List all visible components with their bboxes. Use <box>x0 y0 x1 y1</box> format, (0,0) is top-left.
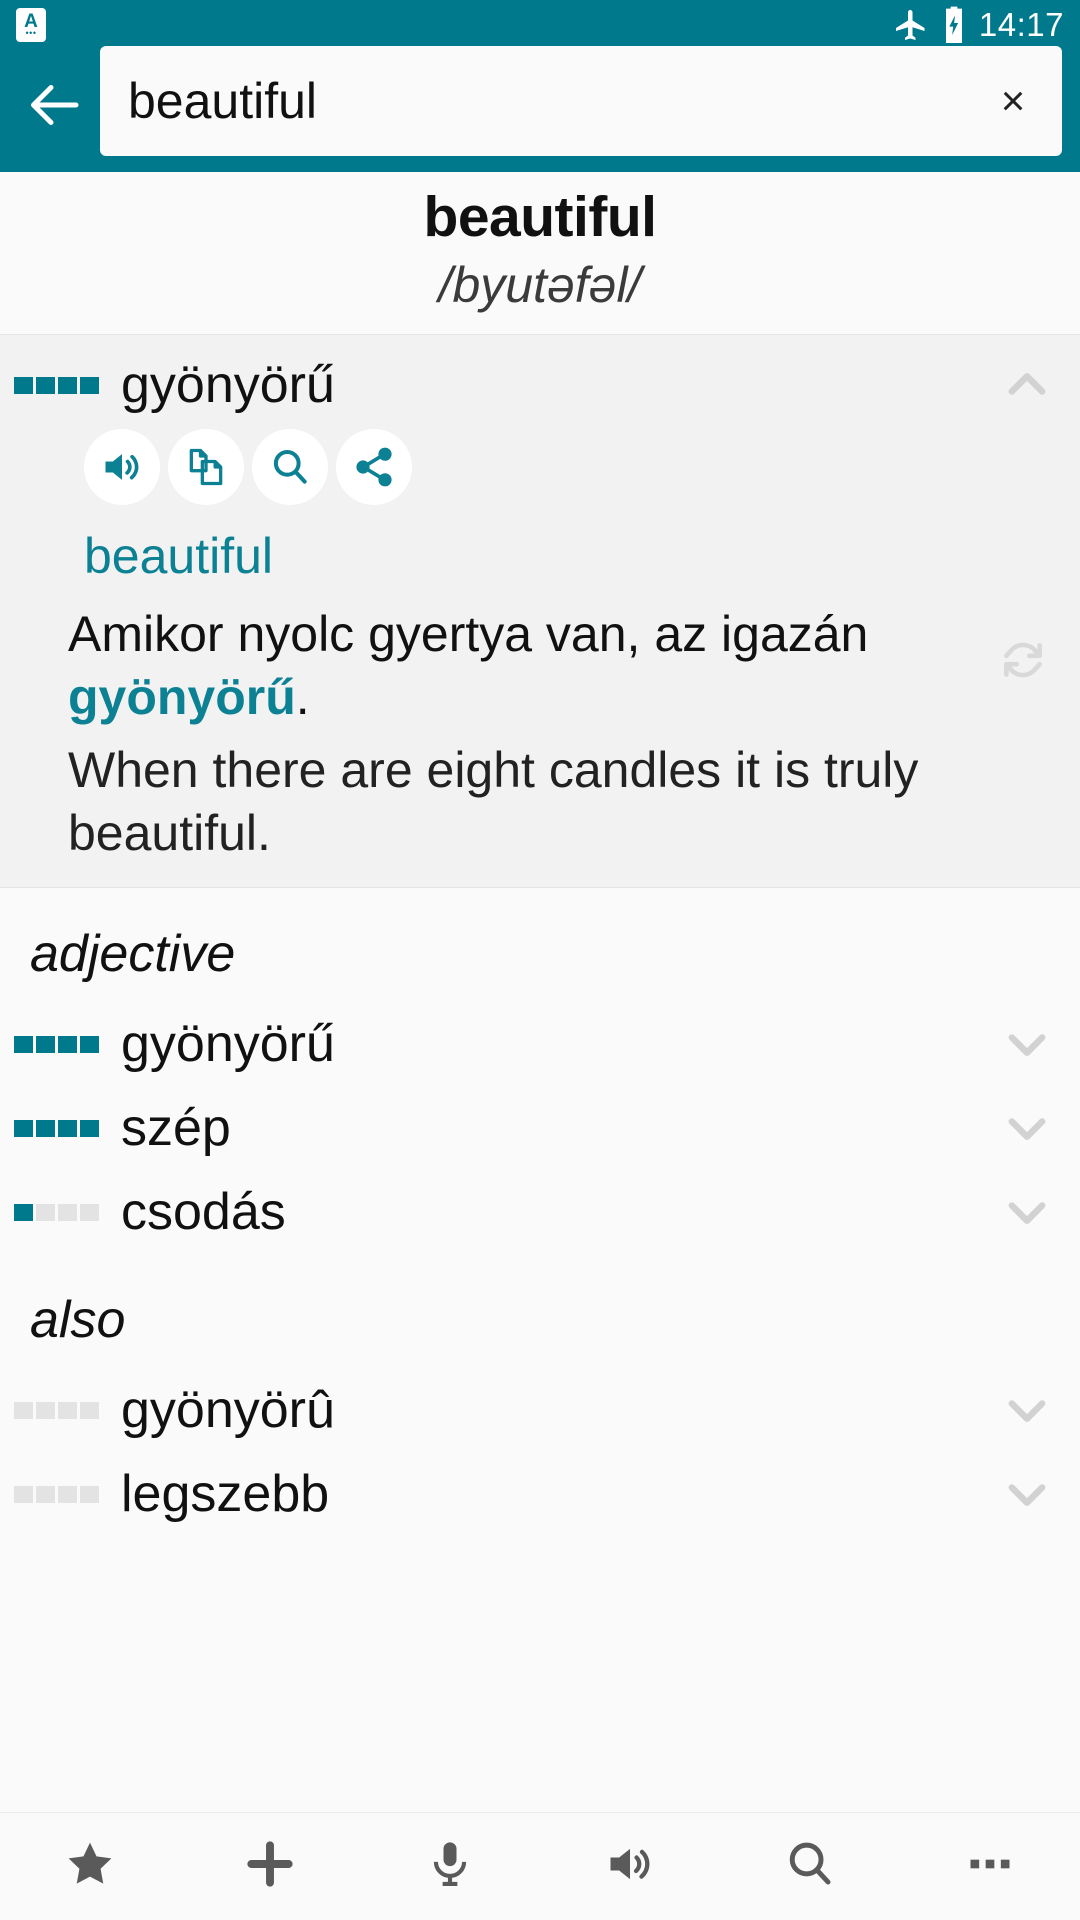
star-icon <box>63 1837 117 1896</box>
search-icon <box>783 1837 837 1896</box>
rating-segment <box>14 1119 33 1137</box>
sense-word: gyönyörû <box>121 1381 335 1439</box>
sense-action-row <box>0 423 1080 505</box>
add-button[interactable] <box>210 1817 330 1917</box>
rating-segment <box>80 376 99 394</box>
sense-word: gyönyörű <box>121 1015 335 1073</box>
expanded-sense-header[interactable]: gyönyörű <box>0 347 1080 423</box>
rating-segment <box>36 1119 55 1137</box>
rating-segment <box>58 1401 77 1419</box>
search-bar: × <box>0 46 1080 172</box>
rating-bar <box>14 1119 99 1137</box>
sense-row[interactable]: gyönyörű <box>0 1002 1080 1086</box>
expand-chevron-down-icon[interactable] <box>996 1379 1058 1441</box>
expanded-sense-card: gyönyörű beautiful Amikor nyolc gyertya … <box>0 334 1080 888</box>
more-icon <box>964 1838 1016 1895</box>
example-block: Amikor nyolc gyertya van, az igazán gyön… <box>0 585 1080 865</box>
copy-button[interactable] <box>168 429 244 505</box>
rating-segment <box>36 1401 55 1419</box>
sense-word: legszebb <box>121 1465 330 1523</box>
rating-bar <box>14 376 99 394</box>
sense-row[interactable]: gyönyörû <box>0 1368 1080 1452</box>
rating-bar <box>14 1401 99 1419</box>
rating-segment <box>36 376 55 394</box>
rating-segment <box>80 1203 99 1221</box>
rating-bar <box>14 1203 99 1221</box>
expand-chevron-down-icon[interactable] <box>996 1463 1058 1525</box>
speaker-icon <box>604 1838 656 1895</box>
microphone-icon <box>424 1838 476 1895</box>
example-source: Amikor nyolc gyertya van, az igazán gyön… <box>68 603 978 729</box>
headword-block: beautiful /byutəfəl/ <box>0 172 1080 334</box>
status-bar-right: 14:17 <box>893 5 1064 45</box>
share-button[interactable] <box>336 429 412 505</box>
sense-row[interactable]: szép <box>0 1086 1080 1170</box>
sense-translation[interactable]: beautiful <box>0 505 1080 585</box>
section-title: adjective <box>30 925 236 983</box>
speak-button[interactable] <box>84 429 160 505</box>
sense-word: szép <box>121 1099 231 1157</box>
sense-word: csodás <box>121 1183 286 1241</box>
section-title: also <box>30 1291 126 1349</box>
rating-segment <box>14 1035 33 1053</box>
rating-segment <box>58 1119 77 1137</box>
rating-segment <box>36 1203 55 1221</box>
rating-segment <box>14 1401 33 1419</box>
rating-segment <box>80 1485 99 1503</box>
favorites-button[interactable] <box>30 1817 150 1917</box>
rating-segment <box>80 1035 99 1053</box>
search-input[interactable] <box>128 72 986 130</box>
app-notification-icon: A ••• <box>16 8 46 42</box>
status-clock: 14:17 <box>978 6 1064 43</box>
example-source-prefix: Amikor nyolc gyertya van, az igazán <box>68 606 869 662</box>
expand-chevron-down-icon[interactable] <box>996 1097 1058 1159</box>
sense-row[interactable]: csodás <box>0 1170 1080 1254</box>
sense-row[interactable]: legszebb <box>0 1452 1080 1536</box>
rating-segment <box>14 376 33 394</box>
search-button[interactable] <box>750 1817 870 1917</box>
rating-segment <box>14 1203 33 1221</box>
clear-search-button[interactable]: × <box>986 74 1040 128</box>
airplane-mode-icon <box>893 7 929 43</box>
example-source-suffix: . <box>295 669 310 725</box>
more-button[interactable] <box>930 1817 1050 1917</box>
rating-segment <box>14 1485 33 1503</box>
plus-icon <box>242 1836 298 1897</box>
rating-segment <box>36 1035 55 1053</box>
search-field[interactable]: × <box>100 46 1062 156</box>
rating-segment <box>58 1203 77 1221</box>
rating-segment <box>58 1485 77 1503</box>
collapse-chevron-up-icon[interactable] <box>996 354 1058 416</box>
rating-segment <box>80 1401 99 1419</box>
dictionary-content: beautiful /byutəfəl/ gyönyörű beautiful … <box>0 172 1080 1920</box>
rating-bar <box>14 1035 99 1053</box>
example-texts: Amikor nyolc gyertya van, az igazán gyön… <box>0 603 988 865</box>
sense-sections: adjective gyönyörű szép csodás also gyönyörû l… <box>0 888 1080 1536</box>
pronunciation: /byutəfəl/ <box>438 257 642 313</box>
status-bar: A ••• 14:17 <box>0 0 1080 50</box>
expand-chevron-down-icon[interactable] <box>996 1181 1058 1243</box>
refresh-icon[interactable] <box>988 625 1058 695</box>
lookup-search-icon[interactable] <box>252 429 328 505</box>
battery-charging-icon <box>941 5 967 45</box>
rating-segment <box>36 1485 55 1503</box>
back-button[interactable] <box>18 67 94 143</box>
rating-segment <box>58 376 77 394</box>
rating-segment <box>58 1035 77 1053</box>
rating-bar <box>14 1485 99 1503</box>
bottom-navigation-bar <box>0 1812 1080 1920</box>
example-target: When there are eight candles it is truly… <box>68 742 919 861</box>
page-title: beautiful <box>423 185 658 249</box>
expand-chevron-down-icon[interactable] <box>996 1013 1058 1075</box>
rating-segment <box>80 1119 99 1137</box>
app-badge-dots: ••• <box>25 28 37 39</box>
listen-button[interactable] <box>570 1817 690 1917</box>
expanded-sense-word: gyönyörű <box>121 356 335 414</box>
example-source-highlight: gyönyörű <box>68 669 296 725</box>
voice-button[interactable] <box>390 1817 510 1917</box>
